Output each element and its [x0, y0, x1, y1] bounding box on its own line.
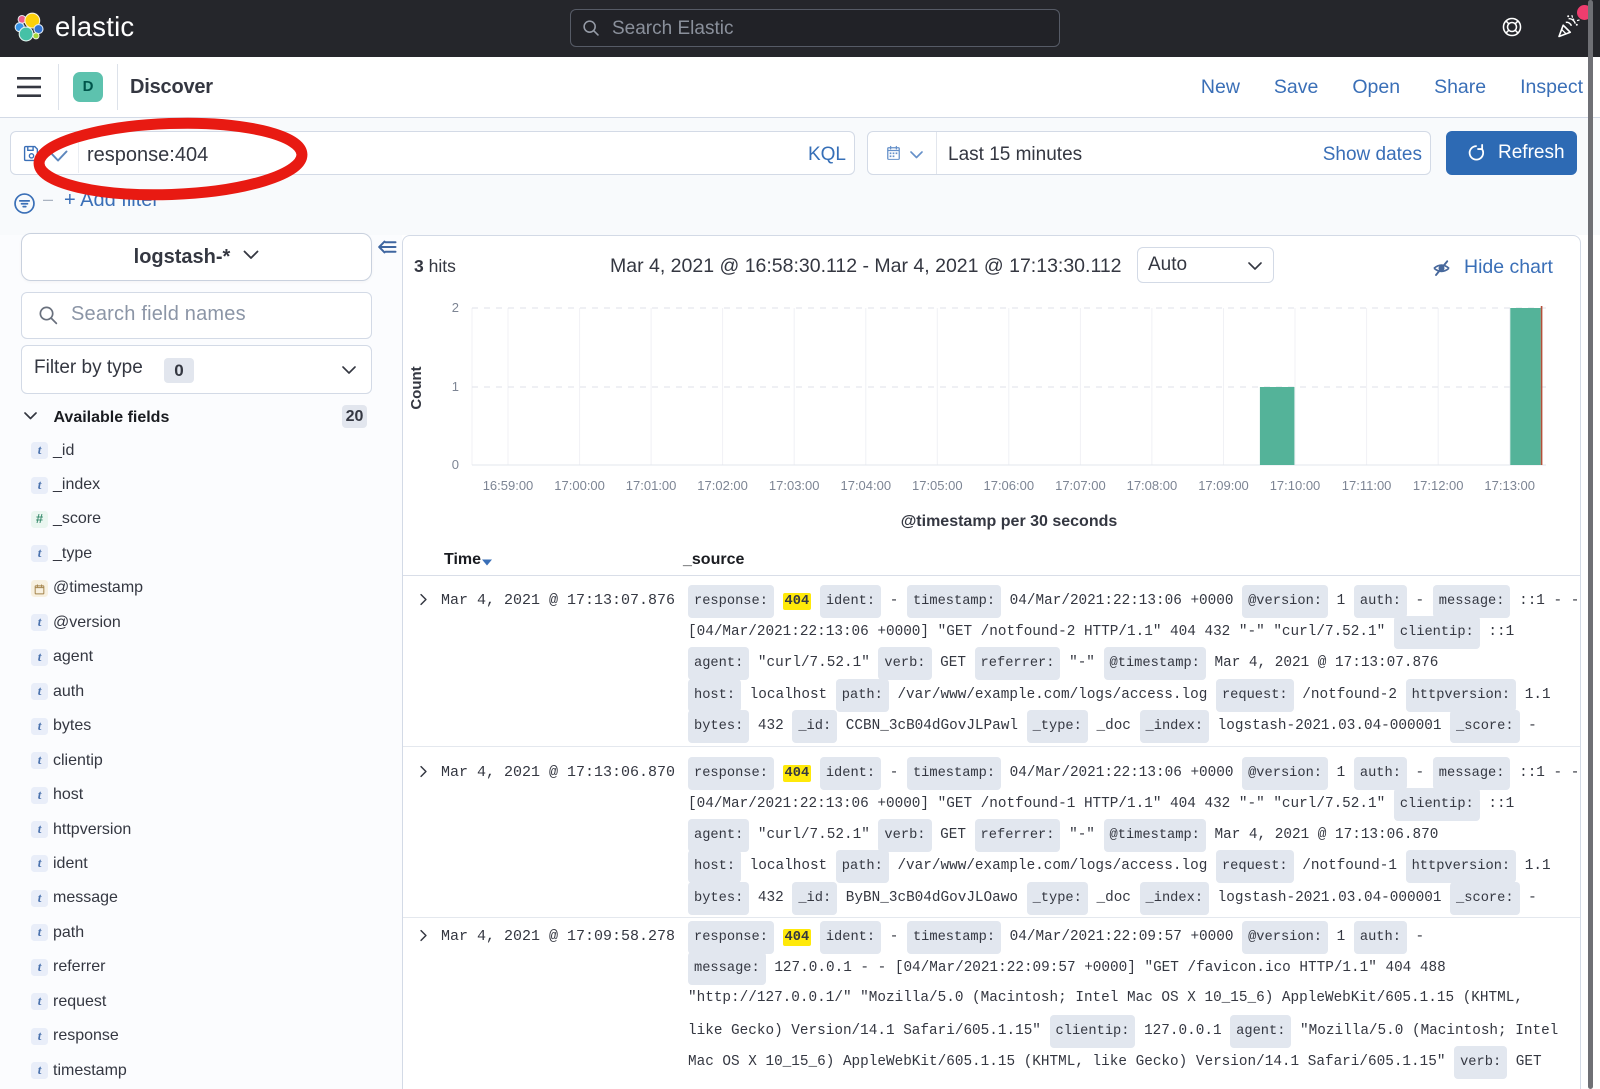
svg-text:16:59:00: 16:59:00: [483, 478, 534, 493]
svg-text:17:10:00: 17:10:00: [1270, 478, 1321, 493]
svg-text:17:13:00: 17:13:00: [1484, 478, 1535, 493]
svg-text:17:12:00: 17:12:00: [1413, 478, 1464, 493]
svg-text:1: 1: [452, 379, 459, 394]
svg-text:17:05:00: 17:05:00: [912, 478, 963, 493]
svg-text:17:06:00: 17:06:00: [983, 478, 1034, 493]
svg-text:17:11:00: 17:11:00: [1342, 478, 1392, 493]
svg-text:17:03:00: 17:03:00: [769, 478, 820, 493]
svg-text:17:09:00: 17:09:00: [1198, 478, 1249, 493]
svg-text:17:01:00: 17:01:00: [626, 478, 677, 493]
svg-text:17:08:00: 17:08:00: [1127, 478, 1178, 493]
svg-text:2: 2: [452, 300, 459, 315]
svg-text:Count: Count: [408, 366, 425, 409]
svg-text:17:02:00: 17:02:00: [697, 478, 748, 493]
svg-text:17:07:00: 17:07:00: [1055, 478, 1106, 493]
svg-text:0: 0: [452, 457, 459, 472]
svg-text:17:04:00: 17:04:00: [840, 478, 891, 493]
svg-text:@timestamp per 30 seconds: @timestamp per 30 seconds: [901, 513, 1118, 530]
svg-text:17:00:00: 17:00:00: [554, 478, 605, 493]
